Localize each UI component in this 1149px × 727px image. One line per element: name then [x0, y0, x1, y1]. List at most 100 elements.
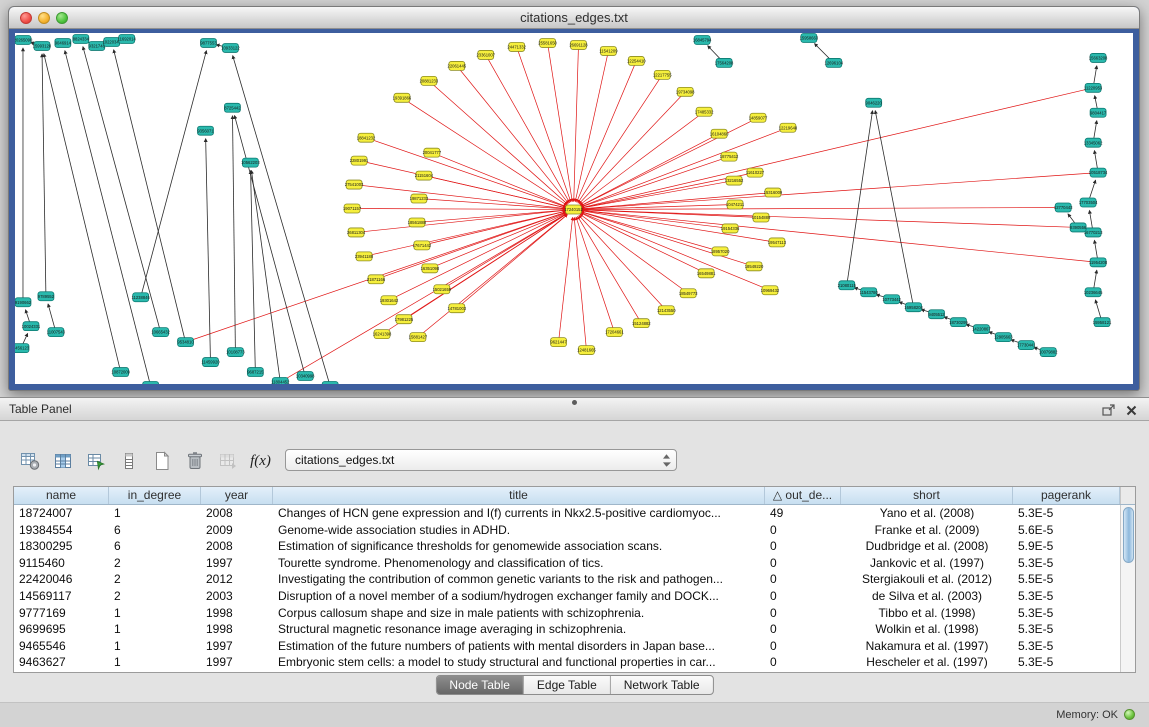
close-panel-button[interactable]: [1123, 402, 1139, 418]
graph-node[interactable]: 12217755: [653, 70, 672, 79]
graph-node[interactable]: 12219648: [779, 123, 798, 132]
graph-node[interactable]: 11804452: [271, 378, 290, 384]
tab-edge-table[interactable]: Edge Table: [524, 676, 611, 694]
graph-node[interactable]: 18841232: [357, 133, 376, 142]
graph-node[interactable]: 20265090: [15, 35, 33, 44]
graph-node[interactable]: 15316009: [764, 188, 783, 197]
graph-edge[interactable]: [581, 118, 758, 206]
graph-node[interactable]: 9877553: [200, 38, 217, 47]
graph-node[interactable]: 19154336: [721, 224, 740, 233]
graph-node[interactable]: 17564208: [715, 58, 734, 67]
vertical-scrollbar[interactable]: [1120, 505, 1135, 672]
graph-edge[interactable]: [366, 138, 566, 207]
table-row[interactable]: 1938455462009Genome-wide association stu…: [14, 522, 1135, 539]
graph-edge[interactable]: [575, 51, 608, 202]
graph-node[interactable]: 10665432: [151, 328, 170, 337]
graph-node[interactable]: 17485332: [695, 107, 714, 116]
graph-edge[interactable]: [65, 51, 151, 384]
graph-edge[interactable]: [44, 54, 121, 372]
graph-node[interactable]: 11954208: [1089, 258, 1108, 267]
graph-edge[interactable]: [581, 208, 1063, 210]
graph-node[interactable]: 11459920: [201, 358, 220, 367]
graph-edge[interactable]: [233, 56, 330, 384]
graph-edge[interactable]: [83, 47, 161, 332]
graph-edge[interactable]: [280, 214, 566, 382]
column-header-title[interactable]: title: [273, 487, 765, 504]
graph-node[interactable]: 11610227: [746, 168, 765, 177]
graph-node[interactable]: 10872009: [111, 368, 130, 377]
graph-node[interactable]: 10773442: [882, 295, 901, 304]
graph-edge[interactable]: [457, 66, 569, 203]
graph-node[interactable]: 16770213: [1084, 228, 1103, 237]
graph-node[interactable]: 18957020: [711, 247, 730, 256]
graph-edge[interactable]: [574, 217, 586, 350]
graph-edge[interactable]: [517, 47, 571, 202]
table-row[interactable]: 1456911722003Disruption of a novel membe…: [14, 588, 1135, 605]
graph-node[interactable]: 12481665: [577, 346, 596, 355]
graph-node[interactable]: 10154889: [752, 213, 771, 222]
graph-edge[interactable]: [559, 217, 573, 342]
column-header-pagerank[interactable]: pagerank: [1013, 487, 1120, 504]
graph-node[interactable]: 19871233: [410, 194, 429, 203]
graph-edge[interactable]: [251, 171, 256, 372]
row-tools-button[interactable]: [115, 449, 142, 473]
table-row[interactable]: 977716911998Corpus callosum shape and si…: [14, 605, 1135, 622]
graph-node[interactable]: 22801991: [350, 156, 369, 165]
graph-edge[interactable]: [233, 116, 236, 352]
graph-node[interactable]: 19071157: [343, 204, 362, 213]
graph-node[interactable]: 10562203: [241, 158, 260, 167]
graph-edge[interactable]: [418, 215, 567, 338]
graph-node[interactable]: 11007543: [47, 328, 66, 337]
graph-edge[interactable]: [548, 43, 573, 202]
graph-node[interactable]: 21080115: [838, 281, 857, 290]
graph-edge[interactable]: [352, 209, 565, 210]
network-nodes[interactable]: 1724015218841232228019912754100319071157…: [15, 33, 1112, 384]
graph-node[interactable]: 16351098: [421, 264, 440, 273]
graph-edge[interactable]: [577, 61, 637, 202]
graph-node[interactable]: 8725442: [224, 103, 241, 112]
graph-edge[interactable]: [581, 212, 720, 252]
graph-node[interactable]: 10340998: [296, 372, 315, 381]
graph-node[interactable]: 21151604: [415, 171, 434, 180]
graph-node[interactable]: 15663208: [1089, 53, 1108, 62]
graph-node[interactable]: 19547113: [768, 238, 787, 247]
table-row[interactable]: 911546021997Tourette syndrome. Phenomeno…: [14, 555, 1135, 572]
graph-node[interactable]: 9912277: [143, 382, 160, 384]
graph-node[interactable]: 17981225: [395, 315, 414, 324]
graph-edge[interactable]: [574, 45, 579, 202]
graph-edge[interactable]: [429, 81, 568, 204]
column-header-out_de[interactable]: △ out_de...: [765, 487, 841, 504]
graph-node[interactable]: 12770443: [1054, 203, 1073, 212]
graph-edge[interactable]: [42, 54, 46, 296]
close-window-button[interactable]: [20, 12, 32, 24]
graph-node[interactable]: 15993128: [33, 41, 52, 50]
graph-node[interactable]: 10108773: [226, 348, 245, 357]
graph-node[interactable]: 13345062: [1084, 138, 1103, 147]
graph-node[interactable]: 11220953: [1084, 83, 1103, 92]
graph-edge[interactable]: [430, 213, 566, 269]
new-table-button[interactable]: [148, 449, 175, 473]
graph-node[interactable]: 17703504: [1079, 198, 1098, 207]
table-row[interactable]: 1872400712008Changes of HCN gene express…: [14, 505, 1135, 522]
graph-edge[interactable]: [235, 115, 306, 376]
graph-node[interactable]: 13216552: [725, 176, 744, 185]
graph-node[interactable]: 18775412: [720, 152, 739, 161]
graph-node[interactable]: 16549881: [697, 269, 716, 278]
graph-node[interactable]: 17204661: [605, 328, 624, 337]
graph-node[interactable]: 10024331: [22, 322, 41, 331]
import-table-button[interactable]: [214, 449, 241, 473]
graph-node[interactable]: 18730299: [949, 318, 968, 327]
table-row[interactable]: 969969511998Structural magnetic resonanc…: [14, 621, 1135, 638]
graph-node[interactable]: 10969432: [761, 286, 780, 295]
graph-edge[interactable]: [581, 134, 720, 206]
graph-node[interactable]: 9190662: [15, 298, 32, 307]
graph-edge[interactable]: [875, 111, 913, 308]
graph-edge[interactable]: [581, 88, 1093, 208]
graph-edge[interactable]: [581, 213, 770, 291]
minimize-window-button[interactable]: [38, 12, 50, 24]
graph-node[interactable]: 11692014: [118, 34, 137, 43]
graph-edge[interactable]: [424, 176, 566, 208]
network-canvas[interactable]: 1724015218841232228019912754100319071157…: [15, 33, 1133, 384]
graph-node[interactable]: 14220867: [972, 325, 991, 334]
table-settings-button[interactable]: [16, 449, 43, 473]
